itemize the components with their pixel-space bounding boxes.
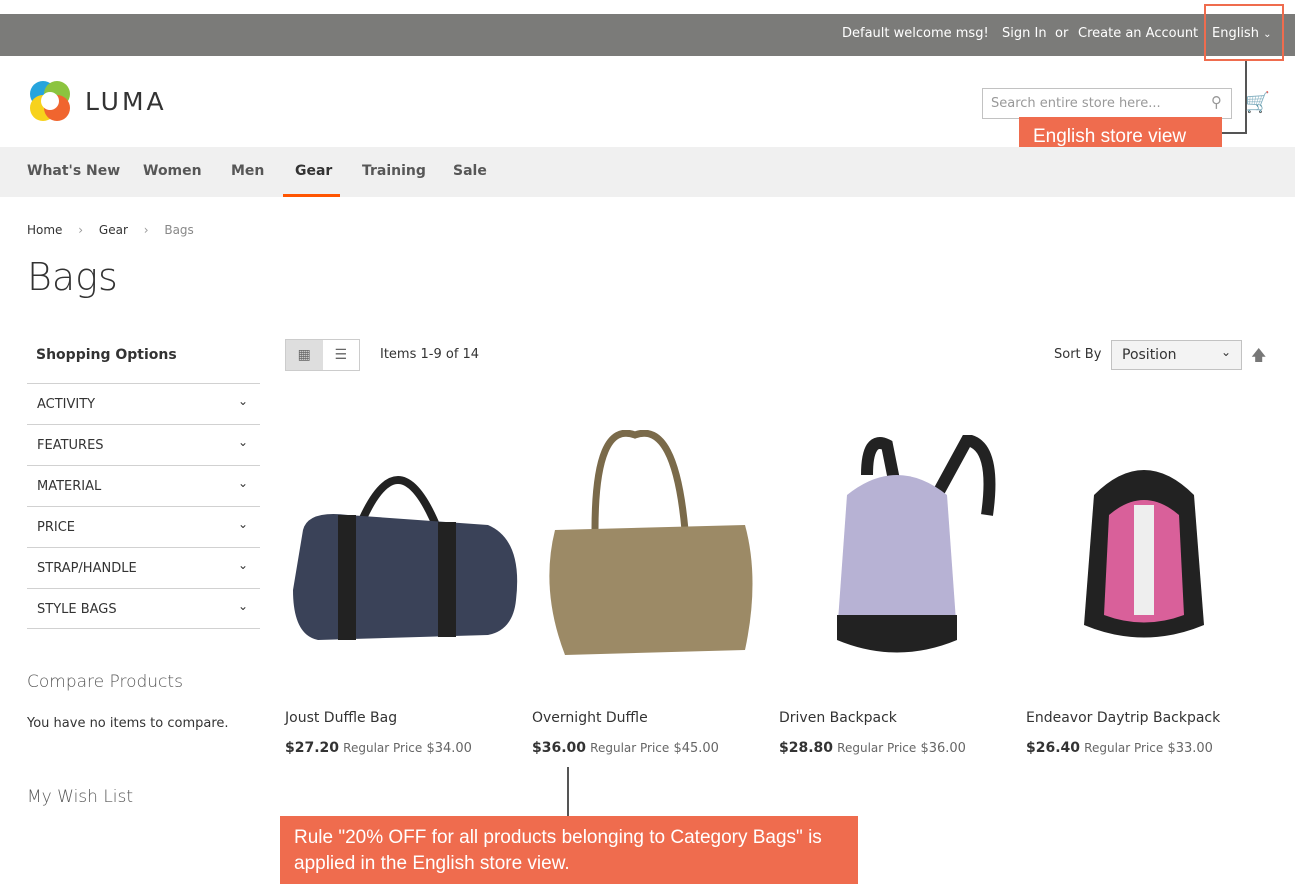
nav-gear[interactable]: Gear [295,163,332,179]
filter-strap-handle[interactable]: STRAP/HANDLE ⌄ [27,547,260,588]
chevron-down-icon: ⌄ [1220,345,1231,359]
breadcrumb: Home › Gear › Bags [27,223,194,237]
nav-sale[interactable]: Sale [453,163,487,179]
product-card[interactable]: Joust Duffle Bag $27.20 Regular Price $3… [285,410,520,756]
compare-title: Compare Products [27,672,183,692]
items-count: Items 1-9 of 14 [380,347,480,362]
view-mode-switcher: ▦ ☰ [285,339,360,371]
regular-price-label: Regular Price [837,741,917,755]
filter-material[interactable]: MATERIAL ⌄ [27,465,260,506]
cart-icon[interactable]: 🛒 [1245,90,1270,114]
sort-select[interactable]: Position ⌄ [1111,340,1242,370]
product-image[interactable] [1026,410,1261,690]
connector-line [567,767,569,816]
active-nav-indicator [283,194,340,197]
rule-callout: Rule "20% OFF for all products belonging… [280,816,858,884]
product-card[interactable]: Endeavor Daytrip Backpack $26.40 Regular… [1026,410,1261,756]
compare-empty-text: You have no items to compare. [27,716,229,731]
page-title: Bags [27,255,118,299]
product-image[interactable] [285,410,520,690]
breadcrumb-separator: › [78,223,84,237]
product-name[interactable]: Endeavor Daytrip Backpack [1026,710,1261,726]
sort-label: Sort By [1054,347,1102,362]
filter-label: PRICE [37,520,75,535]
product-price: $36.00 Regular Price $45.00 [532,740,767,756]
product-price: $26.40 Regular Price $33.00 [1026,740,1261,756]
filter-features[interactable]: FEATURES ⌄ [27,424,260,465]
filter-label: ACTIVITY [37,397,96,412]
filter-label: MATERIAL [37,479,102,494]
final-price: $27.20 [285,740,340,756]
breadcrumb-bags: Bags [164,223,194,237]
sort-value: Position [1122,347,1177,363]
sort-direction-arrow-icon[interactable]: 🡅 [1251,345,1266,370]
filter-label: STYLE BAGS [37,602,117,617]
filter-activity[interactable]: ACTIVITY ⌄ [27,383,260,424]
wishlist-title: My Wish List [27,787,134,807]
language-highlight-box [1204,4,1284,61]
filter-price[interactable]: PRICE ⌄ [27,506,260,547]
final-price: $26.40 [1026,740,1081,756]
breadcrumb-separator: › [143,223,149,237]
main-nav: What's New Women Men Gear Training Sale [0,147,1295,197]
duffle-bag-shape [292,514,517,640]
product-card[interactable]: Driven Backpack $28.80 Regular Price $36… [779,410,1014,756]
filter-style-bags[interactable]: STYLE BAGS ⌄ [27,588,260,629]
breadcrumb-gear[interactable]: Gear [99,223,128,237]
luma-logo-icon [30,81,70,121]
top-bar: Default welcome msg! Sign In or Create a… [0,14,1295,56]
welcome-message: Default welcome msg! [842,26,989,41]
product-name[interactable]: Driven Backpack [779,710,1014,726]
product-price: $27.20 Regular Price $34.00 [285,740,520,756]
filter-label: STRAP/HANDLE [37,561,137,576]
chevron-down-icon: ⌄ [237,558,248,572]
chevron-down-icon: ⌄ [237,517,248,531]
regular-price: $36.00 [920,741,966,756]
regular-price-label: Regular Price [343,741,423,755]
duffle-bag-shape [548,525,752,655]
product-price: $28.80 Regular Price $36.00 [779,740,1014,756]
filter-label: FEATURES [37,438,104,453]
regular-price-label: Regular Price [1084,741,1164,755]
nav-whats-new[interactable]: What's New [27,163,120,179]
chevron-down-icon: ⌄ [237,394,248,408]
logo-text: LUMA [85,86,167,116]
logo[interactable]: LUMA [27,78,167,124]
chevron-down-icon: ⌄ [237,476,248,490]
final-price: $28.80 [779,740,834,756]
search-placeholder: Search entire store here... [991,96,1161,111]
nav-training[interactable]: Training [362,163,426,179]
product-image[interactable] [532,410,767,690]
search-icon[interactable]: ⚲ [1211,93,1222,111]
or-text: or [1055,26,1069,41]
product-card[interactable]: Overnight Duffle $36.00 Regular Price $4… [532,410,767,756]
breadcrumb-home[interactable]: Home [27,223,62,237]
search-input[interactable]: Search entire store here... ⚲ [982,88,1232,119]
grid-view-icon[interactable]: ▦ [286,340,323,370]
regular-price-label: Regular Price [590,741,670,755]
shopping-options-title: Shopping Options [36,347,177,363]
connector-line [1222,132,1247,134]
regular-price: $33.00 [1167,741,1213,756]
product-name[interactable]: Joust Duffle Bag [285,710,520,726]
regular-price: $34.00 [426,741,472,756]
create-account-link[interactable]: Create an Account [1078,26,1198,41]
chevron-down-icon: ⌄ [237,435,248,449]
final-price: $36.00 [532,740,587,756]
list-view-icon[interactable]: ☰ [323,340,360,370]
nav-men[interactable]: Men [231,163,264,179]
sign-in-link[interactable]: Sign In [1002,26,1047,41]
regular-price: $45.00 [673,741,719,756]
product-image[interactable] [779,410,1014,690]
chevron-down-icon: ⌄ [237,599,248,613]
product-name[interactable]: Overnight Duffle [532,710,767,726]
nav-women[interactable]: Women [143,163,202,179]
